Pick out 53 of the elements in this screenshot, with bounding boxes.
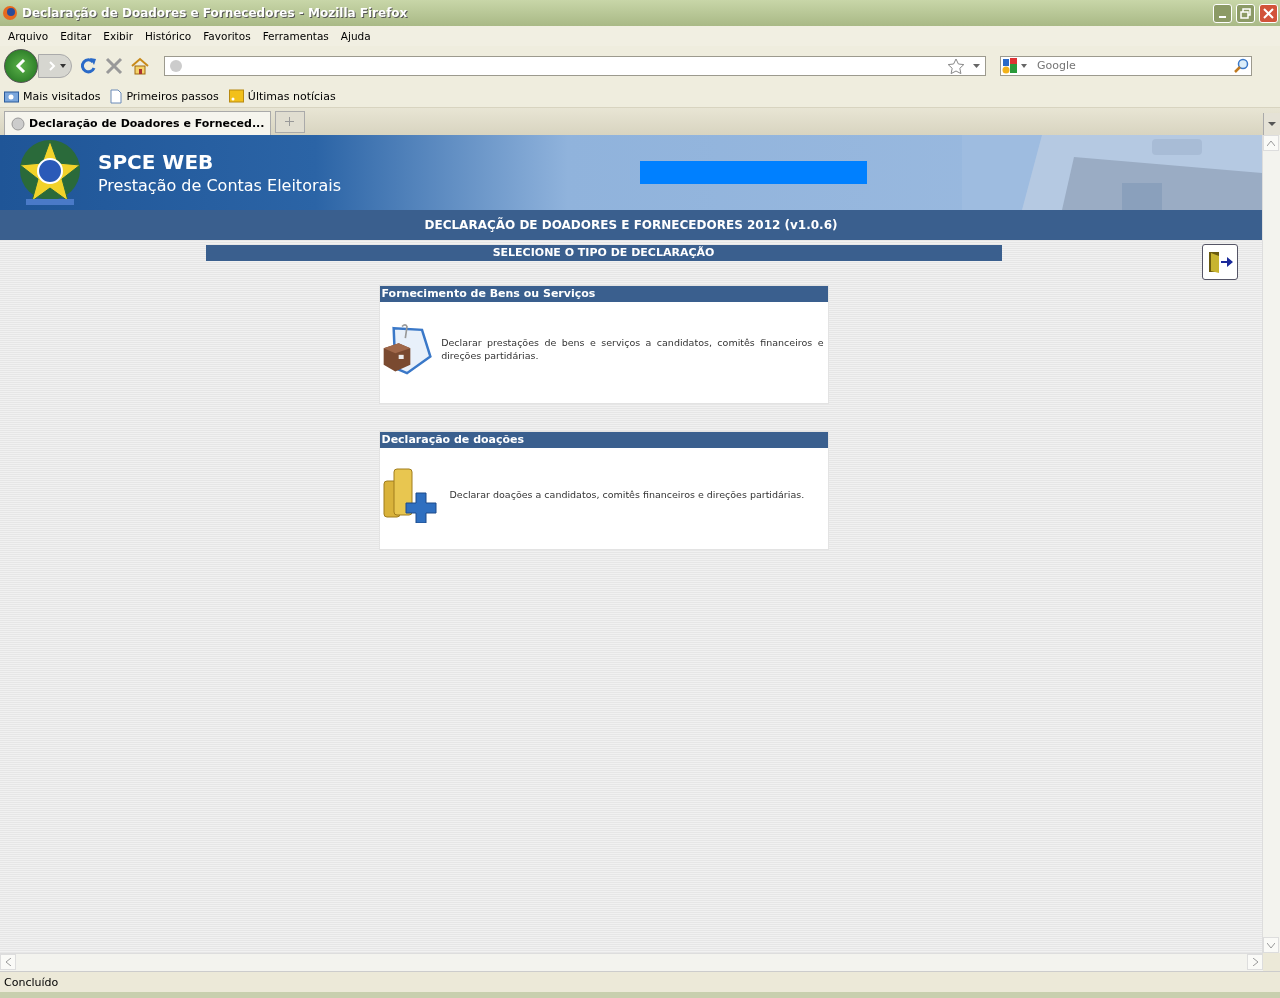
section-title: SELECIONE O TIPO DE DECLARAÇÃO xyxy=(205,245,1002,261)
site-icon xyxy=(11,116,25,131)
scroll-down-button[interactable] xyxy=(1263,937,1279,953)
option-title: Fornecimento de Bens ou Serviços xyxy=(379,286,828,302)
address-field[interactable] xyxy=(164,55,986,76)
bookmark[interactable]: Mais visitados xyxy=(4,89,101,103)
menu-item[interactable]: Arquivo xyxy=(2,30,55,42)
forward-arrow-icon xyxy=(47,60,67,71)
site-icon xyxy=(169,58,183,73)
menu-item[interactable]: Ajuda xyxy=(334,30,377,42)
home-icon[interactable] xyxy=(130,55,150,76)
restore-button[interactable] xyxy=(1236,3,1255,23)
option-link[interactable]: Declarar doações a candidatos, comitês financeiros e direções partidárias. xyxy=(449,488,805,501)
option-title: Declaração de doações xyxy=(379,432,828,448)
new-tab-button[interactable] xyxy=(275,111,306,133)
page-title: DECLARAÇÃO DE DOADORES E FORNECEDORES 2012 (v1.0.6) xyxy=(0,210,1262,240)
browser-tab[interactable]: Declaração de Doadores e Forneced... xyxy=(4,111,272,135)
menu-item[interactable]: Ferramentas xyxy=(256,30,335,42)
exit-button[interactable] xyxy=(1202,244,1238,280)
star-icon[interactable] xyxy=(947,57,981,74)
search-field[interactable]: Google xyxy=(1035,58,1229,73)
folder-icon xyxy=(4,89,19,103)
page-icon xyxy=(110,88,123,104)
bookmark[interactable]: Últimas notícias xyxy=(228,89,336,103)
feed-icon xyxy=(228,89,244,103)
minimize-icon xyxy=(1219,16,1226,18)
app-subtitle: Prestação de Contas Eleitorais xyxy=(98,176,342,195)
menu-item[interactable]: Editar xyxy=(54,30,98,42)
status-text: Concluído xyxy=(4,975,59,989)
option-link[interactable]: Declarar prestações de bens e serviços a candidatos, comitês financeiros e direções partidárias. xyxy=(441,335,824,362)
scroll-up-button[interactable] xyxy=(1263,135,1279,151)
menu-item[interactable]: Histórico xyxy=(138,30,198,42)
menu-item[interactable]: Exibir xyxy=(97,30,139,42)
plus-icon xyxy=(285,117,295,126)
bookmark[interactable]: Primeiros passos xyxy=(110,88,219,104)
minimize-button[interactable] xyxy=(1213,3,1232,23)
window-title: Declaração de Doadores e Fornecedores - Mozilla Firefox xyxy=(22,6,409,20)
app-title: SPCE WEB xyxy=(98,150,215,174)
menu-item[interactable]: Favoritos xyxy=(197,30,257,42)
reload-icon[interactable] xyxy=(78,55,98,76)
restore-icon xyxy=(1240,7,1251,19)
back-button[interactable] xyxy=(4,48,38,83)
caret-icon xyxy=(1268,121,1276,127)
door-arrow-icon xyxy=(1207,250,1233,274)
scroll-left-button[interactable] xyxy=(0,954,16,970)
close-icon xyxy=(1263,7,1274,19)
scroll-right-button[interactable] xyxy=(1247,954,1263,970)
tab-list-button[interactable] xyxy=(1263,113,1280,135)
firefox-icon xyxy=(2,5,18,21)
search-bar[interactable]: Google xyxy=(1000,55,1252,76)
search-icon[interactable] xyxy=(1233,57,1249,74)
stop-icon[interactable] xyxy=(104,55,124,76)
close-button[interactable] xyxy=(1259,3,1278,23)
